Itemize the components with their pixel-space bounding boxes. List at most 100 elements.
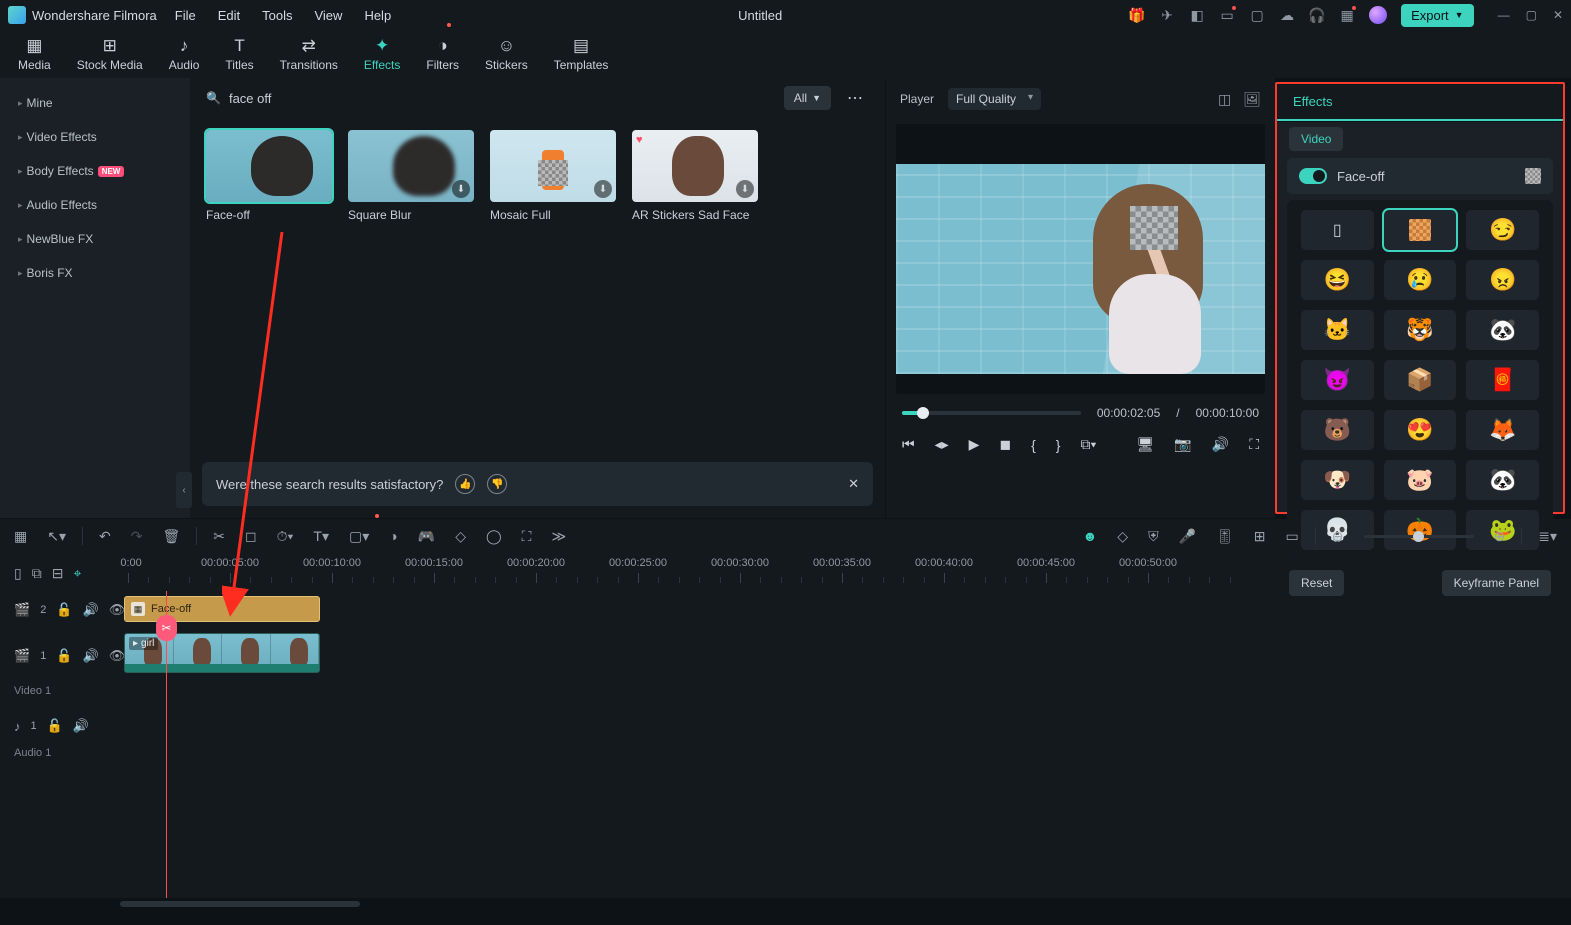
- apps-icon[interactable]: ▦: [1339, 7, 1355, 23]
- player-fullscreen-button[interactable]: ⛶: [1249, 436, 1259, 453]
- tl-list-button[interactable]: ≣▾: [1538, 528, 1557, 545]
- tl-mic-button[interactable]: 🎤: [1179, 528, 1196, 545]
- tl-color-button[interactable]: ◑: [389, 528, 397, 544]
- player-prev-button[interactable]: ⏮: [902, 436, 915, 453]
- menu-tools[interactable]: Tools: [262, 8, 292, 23]
- face-option[interactable]: 😆: [1301, 260, 1374, 300]
- tl-shape-button[interactable]: ▢▾: [349, 528, 369, 545]
- player-seek-bar[interactable]: [902, 411, 1081, 415]
- window-maximize[interactable]: ▢: [1526, 8, 1537, 22]
- tl-redo-button[interactable]: ↷: [131, 528, 143, 545]
- face-option[interactable]: 🐷: [1384, 460, 1457, 500]
- send-icon[interactable]: ✈: [1159, 7, 1175, 23]
- ribbon-stock[interactable]: ⊞Stock Media: [77, 37, 143, 72]
- menu-edit[interactable]: Edit: [218, 8, 240, 23]
- face-option[interactable]: 🐻: [1301, 410, 1374, 450]
- tl-split-button[interactable]: ✂: [213, 528, 225, 545]
- thumbs-up-button[interactable]: 👍: [455, 474, 475, 494]
- tl-undo-button[interactable]: ↶: [99, 528, 111, 545]
- ribbon-templates[interactable]: ▤Templates: [554, 37, 609, 72]
- ribbon-audio[interactable]: ♪Audio: [169, 37, 200, 72]
- player-options-button[interactable]: ⧉▾: [1080, 436, 1096, 453]
- face-option[interactable]: 🐱: [1301, 310, 1374, 350]
- ribbon-media[interactable]: ▦Media: [18, 37, 51, 72]
- face-option[interactable]: 📦: [1384, 360, 1457, 400]
- search-input[interactable]: [229, 91, 774, 106]
- mute-icon[interactable]: 🔊: [83, 648, 99, 664]
- menu-view[interactable]: View: [314, 8, 342, 23]
- playhead[interactable]: ✂: [166, 591, 167, 898]
- face-option[interactable]: 😏: [1466, 210, 1539, 250]
- tl-controller-button[interactable]: 🎮: [418, 528, 435, 545]
- cat-audio-effects[interactable]: ▸Audio Effects: [10, 188, 180, 222]
- window-minimize[interactable]: —: [1498, 8, 1510, 22]
- face-upload-button[interactable]: ▯: [1301, 210, 1374, 250]
- face-option[interactable]: 🐶: [1301, 460, 1374, 500]
- cat-video-effects[interactable]: ▸Video Effects: [10, 120, 180, 154]
- player-step-back-button[interactable]: ◂▸: [935, 436, 949, 453]
- tl-mask-button[interactable]: ◯: [486, 528, 502, 545]
- ribbon-stickers[interactable]: ☺Stickers: [485, 37, 528, 72]
- more-options-button[interactable]: ⋯: [841, 88, 869, 108]
- player-stop-button[interactable]: ◼: [999, 436, 1011, 453]
- mute-icon[interactable]: 🔊: [73, 718, 89, 734]
- compare-icon[interactable]: ◫: [1218, 91, 1231, 108]
- cat-mine[interactable]: ▸Mine: [10, 86, 180, 120]
- ribbon-effects[interactable]: ✦Effects: [364, 37, 400, 72]
- support-icon[interactable]: 🎧: [1309, 7, 1325, 23]
- tl-markers-button[interactable]: ◇: [1117, 528, 1128, 545]
- cat-newblue[interactable]: ▸NewBlue FX: [10, 222, 180, 256]
- tl-crop-button[interactable]: ◻: [245, 528, 257, 545]
- export-button[interactable]: Export ▼: [1401, 4, 1474, 27]
- tl-ai-button[interactable]: ☻: [1083, 528, 1098, 544]
- player-volume-button[interactable]: 🔊: [1212, 436, 1229, 453]
- face-option[interactable]: 🐯: [1384, 310, 1457, 350]
- playhead-scissor[interactable]: ✂: [156, 615, 177, 641]
- face-option[interactable]: 😢: [1384, 260, 1457, 300]
- face-option[interactable]: 🦊: [1466, 410, 1539, 450]
- tl-shield-button[interactable]: ⛨: [1148, 528, 1159, 545]
- player-preview[interactable]: [896, 124, 1265, 394]
- player-play-button[interactable]: ▶: [969, 436, 980, 453]
- effect-mosaic-full[interactable]: ⬇ Mosaic Full: [490, 130, 616, 222]
- player-markout-button[interactable]: }: [1056, 437, 1061, 453]
- tl-lefticon2[interactable]: ⧉: [32, 565, 42, 582]
- face-option-mosaic[interactable]: [1384, 210, 1457, 250]
- effect-faceoff[interactable]: Face-off: [206, 130, 332, 222]
- close-feedback-button[interactable]: ✕: [848, 476, 859, 492]
- face-option[interactable]: 😈: [1301, 360, 1374, 400]
- tl-speed-button[interactable]: ⏱▾: [277, 528, 294, 545]
- player-quality-select[interactable]: Full Quality: [948, 88, 1041, 110]
- menu-help[interactable]: Help: [364, 8, 391, 23]
- inspector-tab-effects[interactable]: Effects: [1277, 84, 1563, 121]
- zoom-out-button[interactable]: ⊖: [1332, 528, 1344, 545]
- face-option[interactable]: 🧧: [1466, 360, 1539, 400]
- face-option[interactable]: 🐼: [1466, 310, 1539, 350]
- zoom-slider[interactable]: [1364, 535, 1474, 538]
- tl-lefticon1[interactable]: ▯: [14, 565, 22, 582]
- thumbs-down-button[interactable]: 👎: [487, 474, 507, 494]
- tl-render-button[interactable]: ▭: [1286, 528, 1299, 545]
- faceoff-toggle[interactable]: [1299, 168, 1327, 184]
- fx-clip-faceoff[interactable]: ▦ Face-off: [124, 596, 320, 622]
- gift-icon[interactable]: 🎁: [1129, 7, 1145, 23]
- video-clip-girl[interactable]: ▸girl: [124, 633, 320, 673]
- ribbon-filters[interactable]: ◑Filters: [426, 37, 459, 72]
- mute-icon[interactable]: 🔊: [83, 602, 99, 618]
- save-icon[interactable]: ▢: [1249, 7, 1265, 23]
- cloud-icon[interactable]: ☁: [1279, 7, 1295, 23]
- menu-file[interactable]: File: [175, 8, 196, 23]
- player-snapshot-button[interactable]: 📷: [1174, 436, 1191, 453]
- snapshot-setting-icon[interactable]: 🖼: [1243, 91, 1261, 108]
- monitor-icon[interactable]: ▭: [1219, 7, 1235, 23]
- bot-icon[interactable]: ◧: [1189, 7, 1205, 23]
- tl-lefticon3[interactable]: ⊟: [52, 565, 64, 582]
- face-option[interactable]: 🐼: [1466, 460, 1539, 500]
- tl-cursor-icon[interactable]: ↖▾: [47, 528, 66, 545]
- tl-track-button[interactable]: ⛶: [522, 528, 532, 545]
- zoom-in-button[interactable]: ⊕: [1494, 528, 1506, 545]
- ribbon-transitions[interactable]: ⇄Transitions: [280, 37, 338, 72]
- user-avatar[interactable]: [1369, 6, 1387, 24]
- tl-delete-button[interactable]: 🗑: [162, 528, 180, 545]
- player-markin-button[interactable]: {: [1031, 437, 1036, 453]
